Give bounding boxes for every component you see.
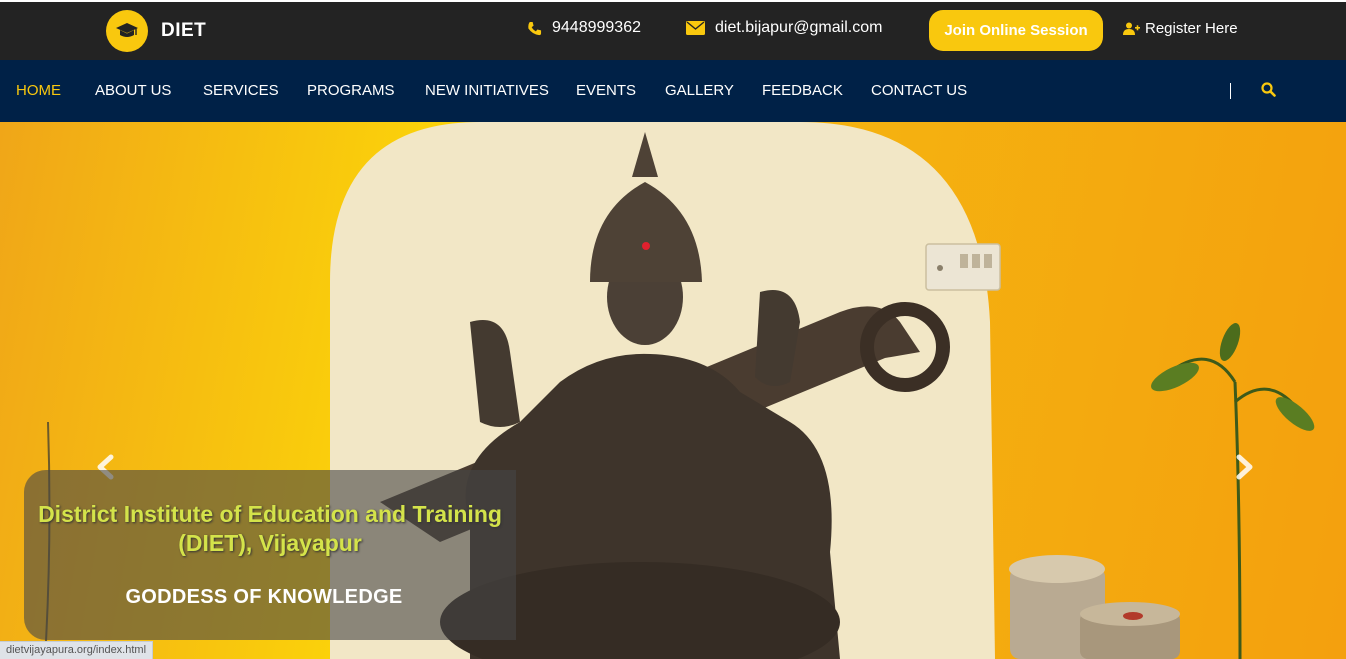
phone-icon <box>527 21 542 36</box>
nav-item-contact-us[interactable]: CONTACT US <box>871 82 967 99</box>
chevron-right-icon[interactable] <box>1230 452 1260 482</box>
register-link[interactable]: Register Here <box>1123 20 1238 37</box>
nav-divider <box>1230 83 1231 99</box>
hero-slider: District Institute of Education and Trai… <box>0 122 1346 659</box>
main-nav: HOME ABOUT US SERVICES PROGRAMS NEW INIT… <box>0 60 1346 122</box>
graduation-cap-icon <box>106 10 148 52</box>
nav-item-home[interactable]: HOME <box>16 82 61 99</box>
phone-contact[interactable]: 9448999362 <box>527 19 641 37</box>
register-label: Register Here <box>1145 20 1238 37</box>
nav-item-programs[interactable]: PROGRAMS <box>307 82 395 99</box>
nav-item-feedback[interactable]: FEEDBACK <box>762 82 843 99</box>
top-bar: DIET 9448999362 diet.bijapur@gmail.com J… <box>0 0 1346 60</box>
email-address: diet.bijapur@gmail.com <box>715 19 883 36</box>
nav-item-about-us[interactable]: ABOUT US <box>95 82 171 99</box>
nav-item-events[interactable]: EVENTS <box>576 82 636 99</box>
caption-title: District Institute of Education and Trai… <box>38 501 502 556</box>
email-contact[interactable]: diet.bijapur@gmail.com <box>686 19 882 37</box>
hero-caption: District Institute of Education and Trai… <box>24 470 516 640</box>
nav-item-services[interactable]: SERVICES <box>203 82 279 99</box>
phone-number: 9448999362 <box>552 19 641 36</box>
user-plus-icon <box>1123 22 1140 35</box>
status-url: dietvijayapura.org/index.html <box>0 641 154 659</box>
nav-item-new-initiatives[interactable]: NEW INITIATIVES <box>425 82 549 99</box>
search-icon[interactable] <box>1261 82 1276 97</box>
caption-subtitle: GODDESS OF KNOWLEDGE <box>125 586 403 608</box>
envelope-icon <box>686 21 705 35</box>
join-online-session-button[interactable]: Join Online Session <box>929 10 1103 51</box>
site-logo[interactable]: DIET <box>106 10 206 52</box>
site-name: DIET <box>161 20 207 41</box>
nav-item-gallery[interactable]: GALLERY <box>665 82 734 99</box>
